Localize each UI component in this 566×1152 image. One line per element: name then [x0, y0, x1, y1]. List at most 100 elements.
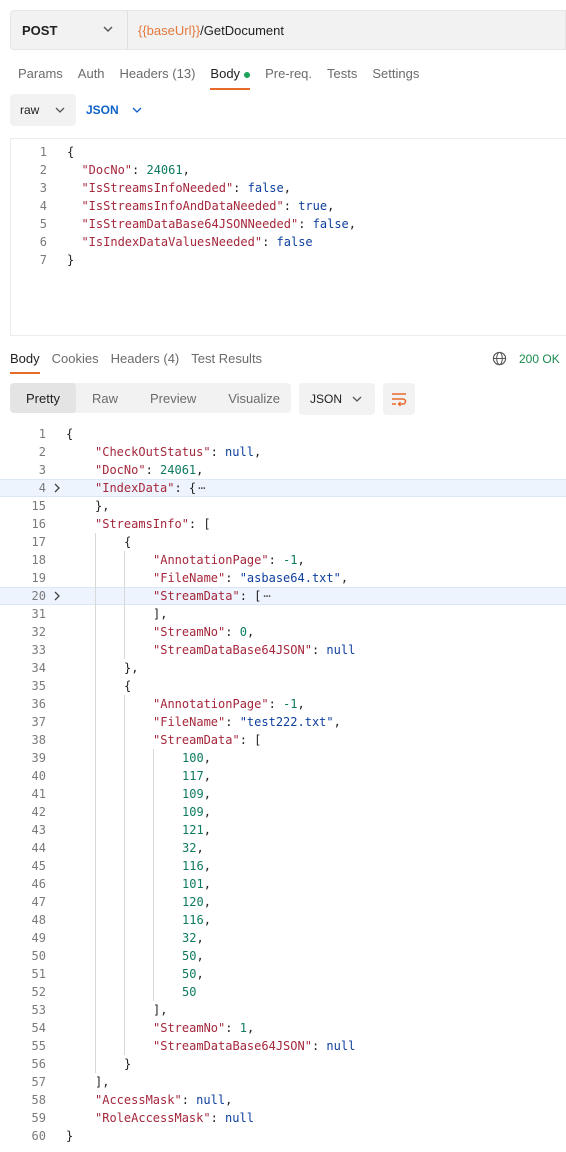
indent-guide: [124, 1037, 125, 1055]
indent-guide: [153, 947, 154, 965]
indent-guide: [124, 749, 125, 767]
line-number: 53: [31, 1003, 46, 1017]
view-tab-pretty[interactable]: Pretty: [10, 383, 76, 413]
globe-icon[interactable]: [492, 351, 507, 366]
indent-guide: [153, 839, 154, 857]
code-token: ,: [203, 823, 211, 837]
tab-cookies[interactable]: Cookies: [52, 351, 99, 374]
code-token: }: [124, 1057, 132, 1071]
view-tab-raw[interactable]: Raw: [76, 383, 134, 413]
body-type-select[interactable]: raw: [10, 94, 76, 126]
line-number: 37: [31, 715, 46, 729]
tab-body[interactable]: Body: [210, 66, 251, 90]
url-variable: {{baseUrl}}: [138, 22, 201, 38]
line-number: 6: [39, 235, 47, 249]
method-select[interactable]: POST: [11, 11, 128, 49]
code-line: "StreamsInfo": [: [95, 515, 211, 533]
indent-guide: [95, 1055, 96, 1073]
indent-guide: [124, 695, 125, 713]
line-number: 42: [31, 805, 46, 819]
line-number: 1: [39, 145, 47, 159]
line-number: 48: [31, 913, 46, 927]
code-token: :: [132, 163, 147, 177]
code-line: "DocNo": 24061,: [95, 461, 203, 479]
tab-auth[interactable]: Auth: [78, 66, 105, 90]
code-token: ,: [203, 877, 211, 891]
line-number: 49: [31, 931, 46, 945]
code-token: ,: [333, 715, 341, 729]
status-code[interactable]: 200 OK: [519, 352, 560, 366]
code-line: }: [66, 1127, 73, 1145]
tab-test-results[interactable]: Test Results: [191, 351, 262, 374]
indent-guide: [124, 983, 125, 1001]
tab-prereq[interactable]: Pre-req.: [265, 66, 312, 90]
line-number: 59: [31, 1111, 46, 1125]
chevron-down-icon: [55, 107, 65, 113]
code-line: 32,: [182, 929, 204, 947]
tab-headers[interactable]: Headers (13): [120, 66, 196, 90]
line-number: 44: [31, 841, 46, 855]
body-format-select[interactable]: JSON: [86, 94, 143, 126]
fold-arrow-icon[interactable]: [52, 590, 62, 602]
code-token: 50: [182, 949, 197, 963]
code-line: {: [67, 143, 74, 161]
code-token: ,: [246, 625, 255, 639]
fold-arrow-icon[interactable]: [52, 482, 62, 494]
code-line: "RoleAccessMask": null: [95, 1109, 254, 1127]
indent-guide: [153, 911, 154, 929]
code-token: :: [311, 1039, 327, 1053]
indent-guide: [153, 749, 154, 767]
indent-guide: [95, 929, 96, 947]
line-number: 43: [31, 823, 46, 837]
code-line: "IsStreamsInfoAndDataNeeded": true,: [67, 197, 334, 215]
code-token: 0: [239, 625, 247, 639]
line-number: 15: [31, 499, 46, 513]
code-token: 116: [182, 859, 204, 873]
wrap-lines-button[interactable]: [383, 383, 415, 415]
body-type-label: raw: [20, 103, 40, 117]
collapsed-ellipsis[interactable]: ⋯: [196, 479, 207, 497]
indent-guide: [153, 821, 154, 839]
view-tab-preview[interactable]: Preview: [134, 383, 212, 413]
response-format-select[interactable]: JSON: [299, 383, 375, 415]
response-status: 200 OK: [492, 351, 560, 366]
body-format-label: JSON: [86, 103, 119, 117]
url-input[interactable]: {{baseUrl}}/GetDocument: [138, 11, 284, 49]
line-number: 31: [31, 607, 46, 621]
code-token: "AnnotationPage": [153, 553, 269, 567]
code-token: 32: [182, 931, 197, 945]
code-line: ],: [95, 1073, 109, 1091]
indent-guide: [95, 785, 96, 803]
code-token: :: [225, 625, 240, 639]
response-body-editor[interactable]: 1 {2 "CheckOutStatus": null, 3 "DocNo": 2406…: [0, 425, 566, 1152]
line-number: 55: [31, 1039, 46, 1053]
indent-guide: [95, 1019, 96, 1037]
indent-guide: [124, 551, 125, 569]
code-line: ],: [153, 1001, 167, 1019]
code-line: 50: [182, 983, 196, 1001]
indent-guide: [95, 587, 96, 605]
view-tab-visualize[interactable]: Visualize: [212, 383, 296, 413]
code-token: 120: [182, 895, 204, 909]
tab-response-headers[interactable]: Headers (4): [111, 351, 180, 374]
code-token: ,: [203, 859, 211, 873]
indent-guide: [95, 965, 96, 983]
tab-tests[interactable]: Tests: [327, 66, 357, 90]
code-token: ,: [196, 949, 204, 963]
tab-response-body[interactable]: Body: [10, 351, 40, 374]
tab-params[interactable]: Params: [18, 66, 63, 90]
collapsed-ellipsis[interactable]: ⋯: [261, 587, 272, 605]
code-token: ,: [203, 895, 211, 909]
code-line: 101,: [182, 875, 211, 893]
line-number: 39: [31, 751, 46, 765]
indent-guide: [95, 533, 96, 551]
line-number: 54: [31, 1021, 46, 1035]
code-line: {: [124, 533, 131, 551]
code-line: {: [124, 677, 131, 695]
line-number: 1: [38, 427, 46, 441]
tab-settings[interactable]: Settings: [372, 66, 419, 90]
request-body-editor[interactable]: 1 {2 "DocNo": 24061, 3 "IsStreamsInfoNeede…: [10, 138, 566, 336]
indent-guide: [95, 839, 96, 857]
code-token: "asbase64.txt": [239, 571, 341, 585]
